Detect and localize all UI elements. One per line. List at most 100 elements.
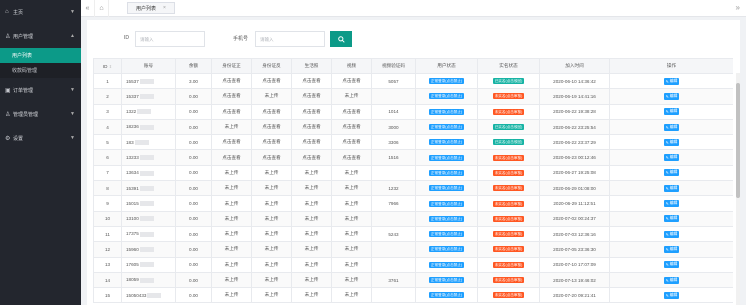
- sidebar-subitem-payment-code[interactable]: 收款码管理: [0, 63, 81, 78]
- real-name-review-button[interactable]: 未实名(点击审核): [492, 246, 525, 253]
- scroll-tabs-right-icon[interactable]: »: [736, 3, 740, 12]
- real-name-review-button[interactable]: 已实名(点击驳回): [492, 78, 525, 85]
- real-name-review-button[interactable]: 未实名(点击审核): [492, 292, 525, 299]
- user-status-toggle-button[interactable]: 正常登录(点击禁止): [428, 261, 465, 268]
- account-redaction-mask: [139, 201, 154, 207]
- vertical-scrollbar[interactable]: [736, 73, 740, 305]
- cell-id-back[interactable]: 点击查看: [251, 149, 292, 166]
- cell-action: ✎ 编辑: [609, 88, 733, 105]
- edit-button[interactable]: ✎ 编辑: [663, 230, 680, 238]
- cell-balance: 0.00: [175, 103, 212, 120]
- cell-video[interactable]: 点击查看: [331, 134, 372, 151]
- edit-button[interactable]: ✎ 编辑: [663, 291, 680, 299]
- user-status-toggle-button[interactable]: 正常登录(点击禁止): [428, 139, 465, 146]
- cell-id-back[interactable]: 点击查看: [251, 103, 292, 120]
- tab-user-list[interactable]: 用户列表 ×: [127, 2, 175, 14]
- scrollbar-thumb[interactable]: [736, 83, 740, 198]
- user-status-toggle-button[interactable]: 正常登录(点击禁止): [428, 78, 465, 85]
- cell-id-back[interactable]: 点击查看: [251, 134, 292, 151]
- edit-button[interactable]: ✎ 编辑: [663, 200, 680, 208]
- user-status-toggle-button[interactable]: 正常登录(点击禁止): [428, 292, 465, 299]
- edit-button[interactable]: ✎ 编辑: [663, 77, 680, 85]
- sidebar-item-label: 用户管理: [13, 33, 34, 40]
- edit-button[interactable]: ✎ 编辑: [663, 169, 680, 177]
- phone-search-input[interactable]: [255, 31, 325, 47]
- account-text: 183: [126, 139, 134, 145]
- user-status-toggle-button[interactable]: 正常登录(点击禁止): [428, 277, 465, 283]
- id-search-input[interactable]: [135, 31, 205, 47]
- edit-button[interactable]: ✎ 编辑: [663, 184, 680, 192]
- cell-id-front[interactable]: 点击查看: [211, 88, 252, 105]
- cell-id-front[interactable]: 点击查看: [211, 72, 252, 90]
- real-name-review-button[interactable]: 已实名(点击驳回): [492, 124, 525, 131]
- user-status-toggle-button[interactable]: 正常登录(点击禁止): [428, 185, 465, 192]
- cell-balance: 0.00: [175, 241, 212, 258]
- edit-button[interactable]: ✎ 编辑: [663, 138, 680, 146]
- close-icon[interactable]: ×: [163, 5, 166, 11]
- user-status-toggle-button[interactable]: 正常登录(点击禁止): [428, 231, 465, 238]
- real-name-review-button[interactable]: 未实名(点击审核): [492, 169, 525, 176]
- cell-video: 未上传: [331, 225, 372, 243]
- sidebar-item-admin-management[interactable]: ♙ 管理员管理 ▼: [0, 102, 81, 126]
- cell-id-front[interactable]: 点击查看: [211, 149, 252, 166]
- user-status-toggle-button[interactable]: 正常登录(点击禁止): [428, 169, 465, 176]
- cell-id-back[interactable]: 点击查看: [251, 72, 292, 90]
- cell-join-time: 2020-06-29 11:12:51: [539, 195, 610, 212]
- edit-button[interactable]: ✎ 编辑: [663, 245, 680, 253]
- real-name-review-button[interactable]: 未实名(点击审核): [492, 231, 525, 238]
- sidebar-subitem-user-list[interactable]: 用户列表: [0, 48, 81, 63]
- cell-id-front: 未上传: [211, 241, 252, 258]
- column-header[interactable]: ID ⇕: [93, 58, 122, 74]
- cell-id-back[interactable]: 点击查看: [251, 118, 292, 136]
- edit-label: 编辑: [669, 216, 678, 221]
- real-name-review-button[interactable]: 已实名(点击驳回): [492, 139, 525, 146]
- sidebar-item-home[interactable]: ⌂ 主页 ▼: [0, 0, 81, 24]
- edit-button[interactable]: ✎ 编辑: [663, 92, 680, 100]
- cell-video[interactable]: 点击查看: [331, 103, 372, 120]
- real-name-review-button[interactable]: 未实名(点击审核): [492, 108, 525, 115]
- sort-icon[interactable]: ⇕: [109, 64, 112, 69]
- real-name-review-button[interactable]: 未实名(点击审核): [492, 93, 525, 100]
- user-status-toggle-button[interactable]: 正常登录(点击禁止): [428, 215, 465, 222]
- cell-id-front[interactable]: 点击查看: [211, 103, 252, 120]
- cell-action: ✎ 编辑: [609, 103, 733, 120]
- cell-id-front[interactable]: 点击查看: [211, 134, 252, 151]
- real-name-review-button[interactable]: 未实名(点击审核): [492, 261, 525, 268]
- search-button[interactable]: [330, 31, 352, 47]
- edit-button[interactable]: ✎ 编辑: [663, 276, 680, 284]
- cell-photo[interactable]: 点击查看: [291, 103, 332, 120]
- user-status-toggle-button[interactable]: 正常登录(点击禁止): [428, 93, 465, 100]
- cell-video[interactable]: 点击查看: [331, 72, 372, 90]
- real-name-review-button[interactable]: 未实名(点击审核): [492, 215, 525, 222]
- real-name-review-button[interactable]: 未实名(点击审核): [492, 200, 525, 207]
- cell-video[interactable]: 点击查看: [331, 118, 372, 136]
- user-status-toggle-button[interactable]: 正常登录(点击禁止): [428, 246, 465, 253]
- sidebar-item-user-management[interactable]: ♙ 用户管理 ▲: [0, 24, 81, 48]
- collapse-sidebar-icon[interactable]: «: [81, 0, 95, 17]
- cell-photo[interactable]: 点击查看: [291, 134, 332, 151]
- sidebar-item-order-management[interactable]: ▣ 订单管理 ▼: [0, 78, 81, 102]
- edit-button[interactable]: ✎ 编辑: [663, 123, 680, 131]
- cell-photo[interactable]: 点击查看: [291, 149, 332, 166]
- edit-button[interactable]: ✎ 编辑: [663, 154, 680, 162]
- real-name-review-button[interactable]: 未实名(点击审核): [492, 185, 525, 192]
- edit-button[interactable]: ✎ 编辑: [663, 215, 680, 223]
- cell-id: 15: [93, 287, 122, 304]
- sidebar-item-settings[interactable]: ⚙ 设置 ▼: [0, 126, 81, 150]
- cell-photo[interactable]: 点击查看: [291, 118, 332, 136]
- edit-button[interactable]: ✎ 编辑: [663, 108, 680, 116]
- cell-photo[interactable]: 点击查看: [291, 72, 332, 90]
- real-name-review-button[interactable]: 未实名(点击审核): [492, 154, 525, 161]
- edit-button[interactable]: ✎ 编辑: [663, 261, 680, 269]
- user-status-toggle-button[interactable]: 正常登录(点击禁止): [428, 154, 465, 161]
- user-status-toggle-button[interactable]: 正常登录(点击禁止): [428, 108, 465, 115]
- cell-video-code: 3306: [371, 134, 416, 151]
- user-status-toggle-button[interactable]: 正常登录(点击禁止): [428, 200, 465, 207]
- user-status-toggle-button[interactable]: 正常登录(点击禁止): [428, 124, 465, 131]
- home-tab-icon[interactable]: ⌂: [95, 0, 109, 17]
- real-name-review-button[interactable]: 未实名(点击审核): [492, 277, 525, 283]
- cell-account: 15337: [121, 88, 176, 105]
- cell-photo[interactable]: 点击查看: [291, 88, 332, 105]
- table-row: 2 15337 0.00 点击查看 未上传 点击查看 未上传 正常登录(点击禁止) 未实名(点击…: [93, 88, 733, 105]
- cell-video[interactable]: 点击查看: [331, 149, 372, 166]
